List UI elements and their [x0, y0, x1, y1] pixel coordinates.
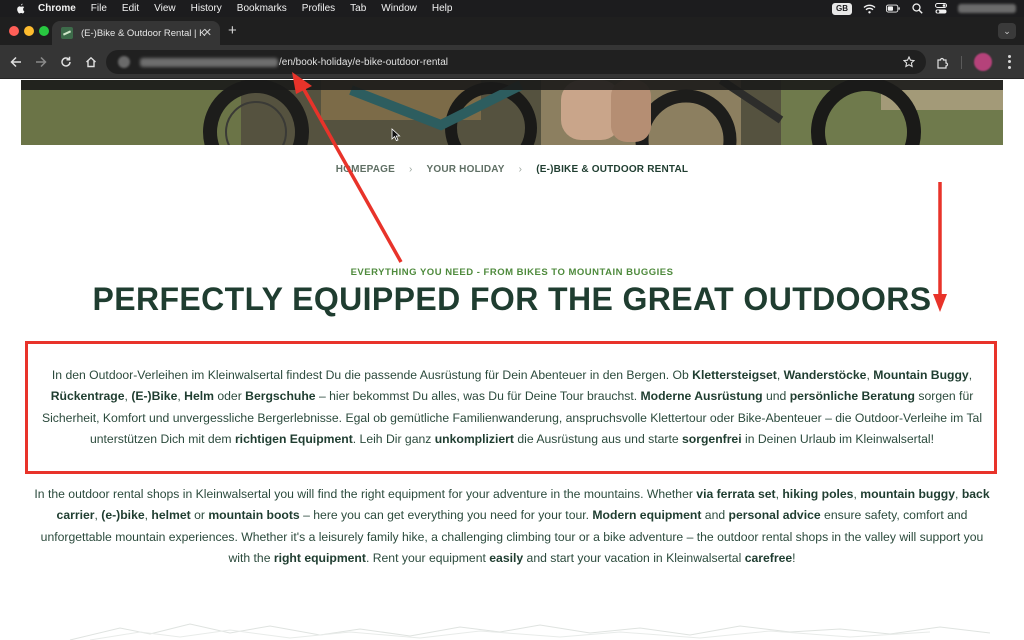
- breadcrumb-chevron-icon: ›: [518, 164, 523, 175]
- forward-arrow-icon[interactable]: [32, 53, 50, 71]
- menu-app-name[interactable]: Chrome: [38, 3, 76, 14]
- emphasized-term: richtigen Equipment: [234, 432, 353, 447]
- paragraph-text-run: und: [762, 389, 790, 404]
- emphasized-term: Helm: [184, 389, 214, 404]
- emphasized-term: via ferrata set: [696, 487, 776, 501]
- emphasized-term: carefree: [744, 551, 793, 566]
- paragraph-text-run: ,: [968, 368, 973, 382]
- paragraph-text-run: . Leih Dir ganz: [352, 432, 435, 447]
- emphasized-term: Wanderstöcke: [783, 368, 867, 382]
- paragraph-text-run: ,: [776, 368, 784, 382]
- minimize-window-button[interactable]: [24, 26, 34, 36]
- url-domain-redacted: [140, 57, 278, 67]
- emphasized-term: (E-)Bike: [131, 389, 178, 404]
- menu-help[interactable]: Help: [432, 3, 453, 14]
- paragraph-text-run: and: [701, 508, 729, 523]
- breadcrumb-chevron-icon: ›: [408, 164, 413, 175]
- web-page-content: HOMEPAGE › YOUR HOLIDAY › (E-)BIKE & OUT…: [0, 80, 1024, 640]
- extensions-puzzle-icon[interactable]: [934, 54, 950, 70]
- paragraph-text-run: – hier bekommst Du alles, was Du für Dei…: [315, 389, 641, 404]
- paragraph-text-run: die Ausrüstung aus und starte: [513, 432, 682, 447]
- status-area: GB: [832, 0, 1016, 17]
- profile-avatar[interactable]: [974, 53, 992, 71]
- emphasized-term: easily: [489, 551, 524, 566]
- emphasized-term: hiking poles: [782, 487, 854, 501]
- browser-toolbar: /en/book-holiday/e-bike-outdoor-rental: [0, 45, 1024, 79]
- reload-icon[interactable]: [57, 53, 75, 71]
- mouse-pointer-icon: [391, 128, 401, 142]
- menu-tab[interactable]: Tab: [350, 3, 366, 14]
- menu-window[interactable]: Window: [381, 3, 417, 14]
- site-favicon-icon: [61, 27, 73, 39]
- browser-menu-icon[interactable]: [1004, 54, 1014, 70]
- page-headline: PERFECTLY EQUIPPED FOR THE GREAT OUTDOOR…: [92, 281, 932, 317]
- browser-tab-active[interactable]: (E-)Bike & Outdoor Rental | K ✕: [52, 21, 220, 45]
- input-source-badge[interactable]: GB: [832, 2, 852, 15]
- paragraph-text-run: – here you can get everything you need f…: [299, 508, 593, 523]
- emphasized-term: personal advice: [728, 508, 821, 523]
- paragraph-text-run: and start your vacation in Kleinwalserta…: [523, 551, 745, 566]
- paragraph-text-run: !: [792, 551, 796, 566]
- new-tab-plus-icon[interactable]: +: [228, 23, 237, 39]
- spotlight-search-icon[interactable]: [910, 3, 924, 15]
- wifi-icon[interactable]: [862, 3, 876, 15]
- menu-file[interactable]: File: [91, 3, 107, 14]
- paragraph-text-run: In the outdoor rental shops in Kleinwals…: [34, 487, 697, 501]
- emphasized-term: Bergschuhe: [245, 389, 316, 404]
- zoom-window-button[interactable]: [39, 26, 49, 36]
- paragraph-text-run: or: [190, 508, 209, 523]
- paragraph-text-run: in Deinen Urlaub im Kleinwalsertal!: [741, 432, 934, 447]
- breadcrumb-homepage[interactable]: HOMEPAGE: [336, 164, 395, 175]
- tab-search-chevron-icon[interactable]: ⌄: [998, 23, 1016, 39]
- close-window-button[interactable]: [9, 26, 19, 36]
- macos-menu-bar: Chrome File Edit View History Bookmarks …: [0, 0, 1024, 17]
- intro-paragraph-german: In den Outdoor-Verleihen im Kleinwalsert…: [32, 365, 992, 451]
- paragraph-text-run: ,: [955, 487, 962, 501]
- hero-image: [21, 80, 1003, 145]
- emphasized-term: mountain buggy: [860, 487, 956, 501]
- paragraph-text-run: . Rent your equipment: [365, 551, 490, 566]
- control-center-icon[interactable]: [934, 3, 948, 15]
- emphasized-term: Moderne Ausrüstung: [640, 389, 763, 404]
- emphasized-term: Klettersteigset: [692, 368, 777, 382]
- menu-bookmarks[interactable]: Bookmarks: [237, 3, 287, 14]
- toolbar-divider: [961, 56, 962, 69]
- emphasized-term: Mountain Buggy: [873, 368, 969, 382]
- menu-view[interactable]: View: [154, 3, 176, 14]
- emphasized-term: right equipment: [273, 551, 366, 566]
- emphasized-term: helmet: [151, 508, 191, 523]
- menu-profiles[interactable]: Profiles: [302, 3, 335, 14]
- emphasized-term: Rückentrage: [50, 389, 125, 404]
- menu-history[interactable]: History: [191, 3, 222, 14]
- mountain-outline-decoration: [69, 623, 991, 640]
- address-bar[interactable]: /en/book-holiday/e-bike-outdoor-rental: [106, 50, 926, 74]
- browser-tab-strip: (E-)Bike & Outdoor Rental | K ✕ + ⌄: [0, 17, 1024, 45]
- emphasized-term: unkompliziert: [434, 432, 514, 447]
- paragraph-text-run: oder: [213, 389, 246, 404]
- site-info-icon[interactable]: [118, 56, 130, 68]
- clock-redacted: [958, 4, 1016, 13]
- breadcrumb: HOMEPAGE › YOUR HOLIDAY › (E-)BIKE & OUT…: [0, 164, 1024, 175]
- emphasized-term: persönliche Beratung: [789, 389, 916, 404]
- intro-paragraph-english: In the outdoor rental shops in Kleinwals…: [32, 484, 992, 570]
- emphasized-term: mountain boots: [208, 508, 300, 523]
- url-path-text: /en/book-holiday/e-bike-outdoor-rental: [279, 56, 448, 68]
- battery-icon[interactable]: [886, 3, 900, 15]
- tab-close-icon[interactable]: ✕: [203, 26, 212, 40]
- home-icon[interactable]: [82, 53, 100, 71]
- breadcrumb-your-holiday[interactable]: YOUR HOLIDAY: [427, 164, 505, 175]
- bookmark-star-icon[interactable]: [902, 55, 916, 69]
- apple-icon[interactable]: [14, 3, 26, 15]
- tab-title: (E-)Bike & Outdoor Rental | K: [81, 27, 206, 39]
- section-kicker: EVERYTHING YOU NEED - FROM BIKES TO MOUN…: [350, 267, 674, 278]
- paragraph-text-run: In den Outdoor-Verleihen im Kleinwalsert…: [51, 368, 693, 382]
- breadcrumb-current: (E-)BIKE & OUTDOOR RENTAL: [536, 164, 689, 175]
- emphasized-term: sorgenfrei: [682, 432, 742, 447]
- back-arrow-icon[interactable]: [7, 53, 25, 71]
- menu-edit[interactable]: Edit: [122, 3, 139, 14]
- emphasized-term: (e-)bike: [101, 508, 145, 523]
- emphasized-term: Modern equipment: [592, 508, 702, 523]
